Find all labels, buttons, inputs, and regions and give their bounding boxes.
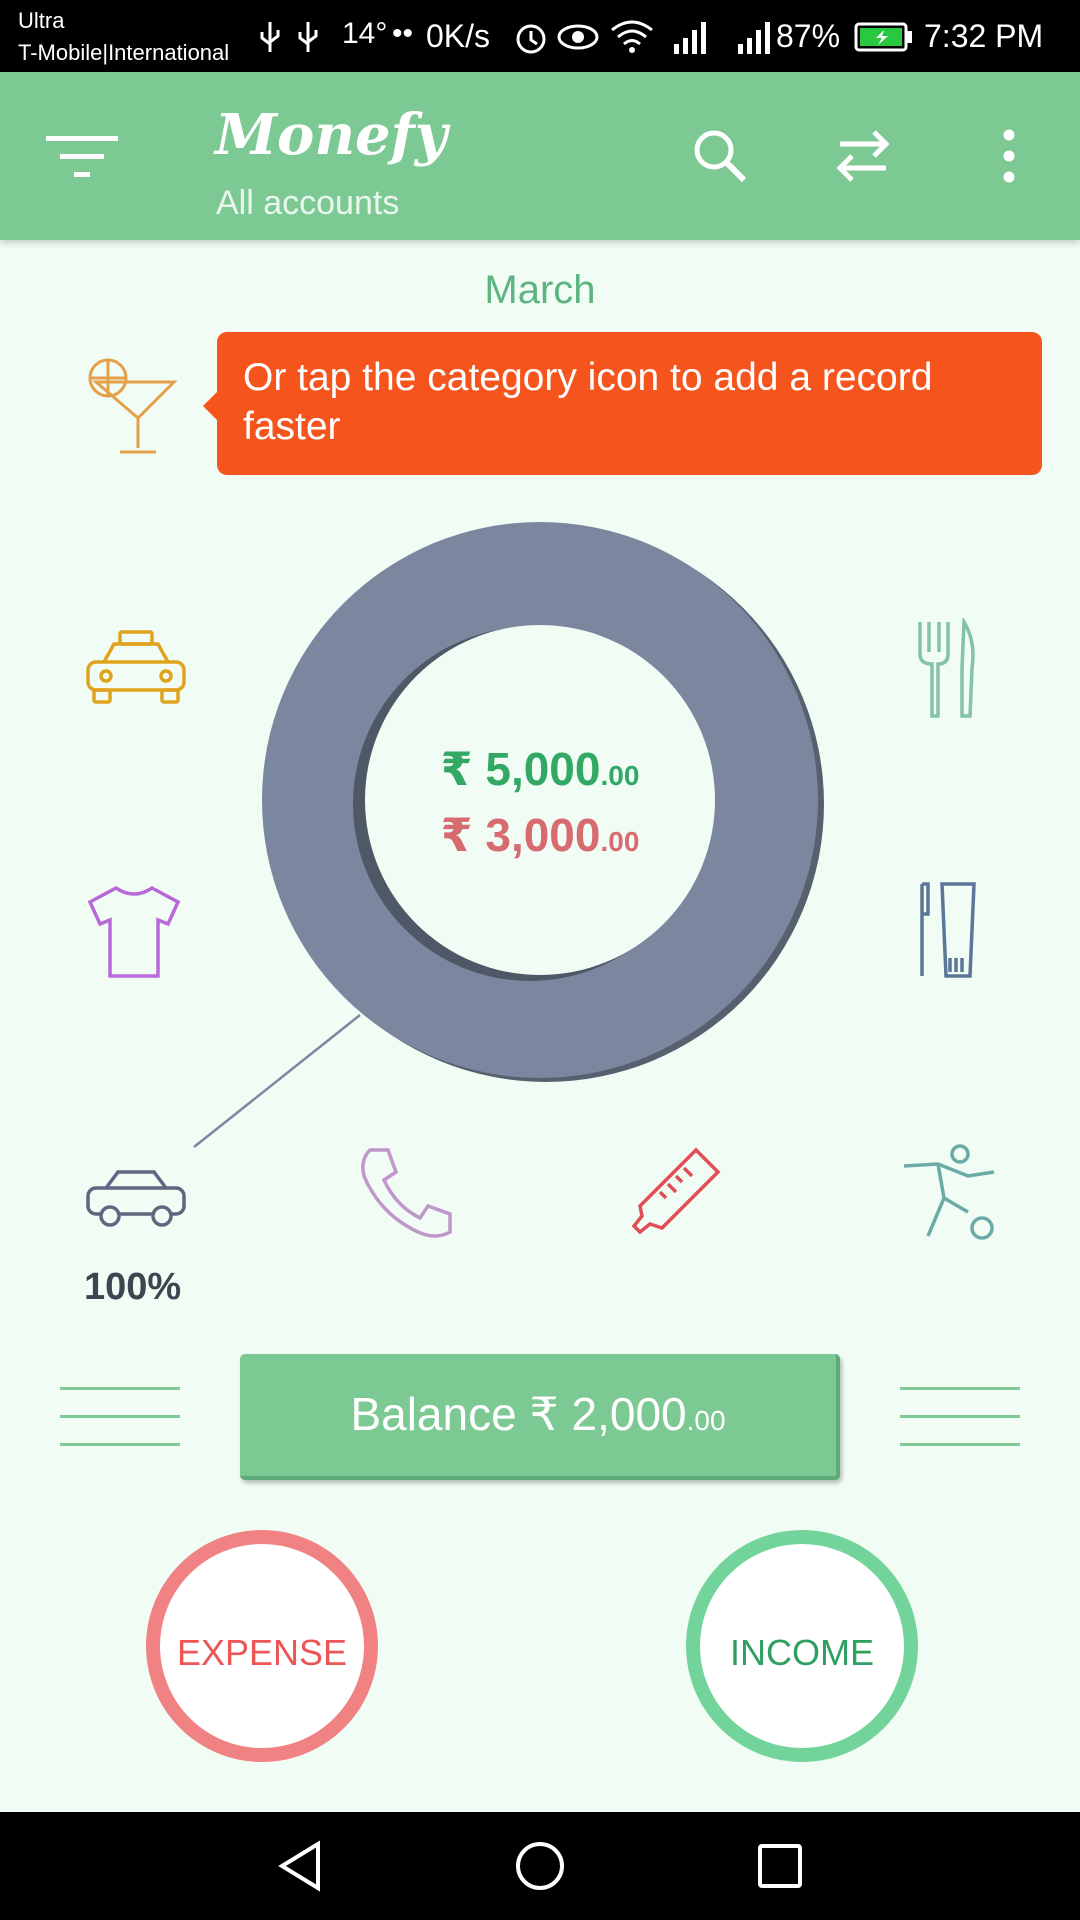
home-icon[interactable] [514,1840,566,1892]
donut-shadow [268,526,824,1082]
donut-group [262,522,824,1082]
donut-hole-shadow [353,627,707,981]
balance-decimals: .00 [686,1405,726,1436]
left-decor-lines [60,1387,180,1471]
battery-percent: 87% [776,18,841,54]
back-icon[interactable] [274,1840,326,1892]
expense-button[interactable]: EXPENSE [146,1530,378,1762]
expense-button-label: EXPENSE [176,1632,348,1673]
temperature: 14° [342,17,388,50]
income-button-label: INCOME [730,1632,874,1673]
income-decimals: .00 [600,760,640,791]
navigation-bar [0,1812,1080,1920]
car-icon[interactable] [84,1166,188,1228]
eye-icon [557,24,599,50]
clothes-icon[interactable] [86,884,182,980]
income-total: ₹ 5,000.00 [340,742,740,796]
tooltip-text: Or tap the category icon to add a record… [243,356,933,448]
month-label[interactable]: March [0,268,1080,313]
phone-icon[interactable] [356,1144,456,1244]
app-logo: Monefy [215,102,448,168]
carrier-line-1: Ultra [18,8,65,33]
cocktail-icon[interactable] [84,354,180,458]
transfer-icon[interactable] [834,126,894,186]
recents-icon[interactable] [754,1840,806,1892]
expense-decimals: .00 [600,826,640,857]
balance-button[interactable]: Balance ₹ 2,000.00 [240,1354,840,1480]
donut-hole [365,625,715,975]
signal-roaming-icon [738,22,770,54]
more-icon[interactable] [994,126,1024,186]
app-bar: Monefy All accounts [0,72,1080,240]
balance-label: Balance ₹ 2,000 [350,1388,687,1440]
thermometer-icon[interactable] [626,1144,726,1244]
income-button[interactable]: INCOME [686,1530,918,1762]
expense-amount: ₹ 3,000 [440,809,601,861]
income-amount: ₹ 5,000 [440,743,601,795]
network-speed: 0K/s [426,18,491,54]
toiletries-icon[interactable] [914,880,978,980]
tooltip: Or tap the category icon to add a record… [203,332,1042,475]
status-dots: •• [392,17,414,50]
search-icon[interactable] [690,126,750,186]
account-selector[interactable]: All accounts [216,184,399,223]
filter-icon[interactable] [46,132,120,182]
status-bar: Ultra T-Mobile|International 14° •• 0K/s… [0,0,1080,72]
signal-icon [674,22,706,54]
food-icon[interactable] [914,618,978,722]
chart-leader-line [193,1014,361,1148]
taxi-icon[interactable] [84,628,188,708]
category-percent: 100% [84,1266,182,1308]
wifi-icon [611,20,653,53]
clock: 7:32 PM [924,18,1044,54]
alarm-icon [516,24,546,54]
battery-icon [854,22,912,52]
expense-total: ₹ 3,000.00 [340,808,740,862]
donut-slice[interactable] [262,522,818,1078]
sports-icon[interactable] [898,1142,1002,1246]
right-decor-lines [900,1387,1020,1471]
carrier-line-2: T-Mobile|International [18,40,230,65]
usb-icon [260,22,318,52]
